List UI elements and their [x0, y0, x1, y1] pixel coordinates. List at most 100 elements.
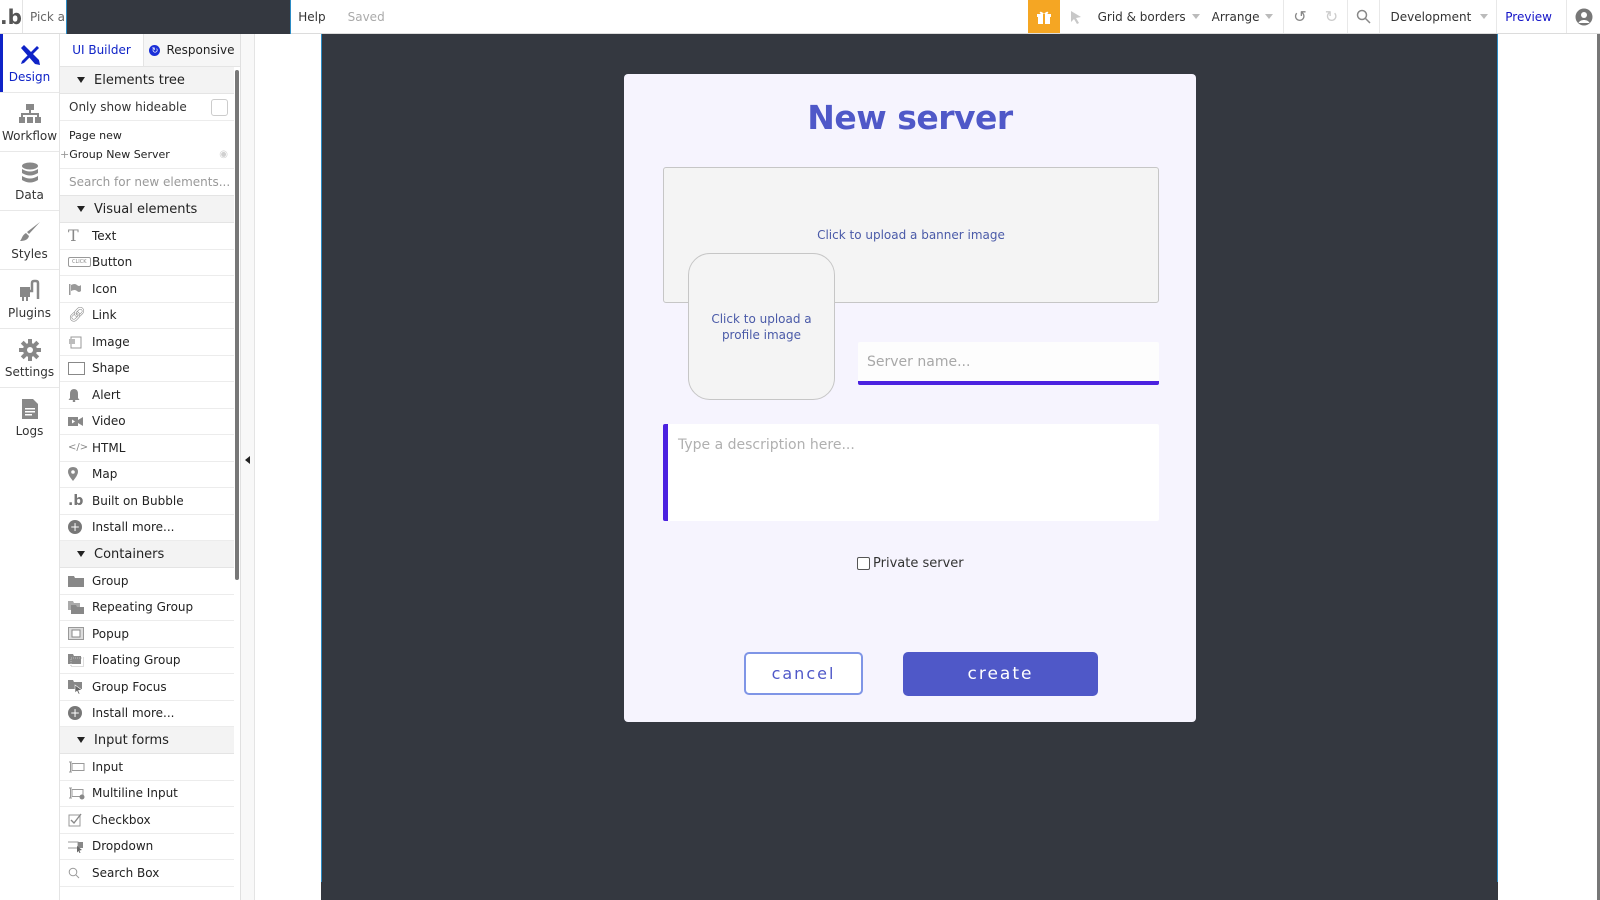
undo-button[interactable]: ↺: [1283, 0, 1315, 33]
checkbox-icon: [68, 813, 92, 827]
rail-item-design[interactable]: Design: [0, 34, 59, 93]
palette-item-multiline-input[interactable]: Multiline Input: [60, 781, 234, 807]
rail-item-plugins[interactable]: Plugins: [0, 270, 59, 329]
palette-item-repeating-group[interactable]: Repeating Group: [60, 595, 234, 621]
palette-item-floating-group[interactable]: Floating Group: [60, 648, 234, 674]
palette-item-shape[interactable]: Shape: [60, 356, 234, 382]
rail-item-workflow[interactable]: Workflow: [0, 93, 59, 152]
palette-item-label: Map: [92, 467, 118, 482]
palette-item-input[interactable]: Input: [60, 754, 234, 781]
floating-group-icon: [68, 653, 92, 667]
plug-icon: [19, 279, 39, 301]
rail-item-label: Design: [8, 69, 51, 84]
document-icon: [21, 399, 38, 419]
palette-item-dropdown[interactable]: Dropdown: [60, 834, 234, 860]
palette-item-popup[interactable]: Popup: [60, 621, 234, 648]
rail-item-label: Plugins: [8, 305, 51, 320]
code-icon: </>: [68, 442, 89, 454]
palette-item-label: Search Box: [92, 865, 160, 880]
panel-scrollbar[interactable]: [235, 70, 239, 580]
palette-item-label: Image: [92, 334, 130, 349]
image-icon: [68, 335, 92, 349]
visibility-eye-icon[interactable]: ◉: [219, 149, 228, 160]
description-input[interactable]: [663, 424, 1159, 521]
checkbox-box[interactable]: [857, 557, 870, 570]
selection-cursor-button[interactable]: [1060, 0, 1092, 33]
button-icon: CLICK: [68, 257, 92, 268]
only-show-hideable-checkbox[interactable]: [211, 98, 228, 116]
palette-item-html[interactable]: </> HTML: [60, 435, 234, 462]
palette-item-alert[interactable]: Alert: [60, 382, 234, 409]
palette-item-install-more-containers[interactable]: + Install more...: [60, 701, 234, 727]
palette-item-group-focus[interactable]: Group Focus: [60, 674, 234, 701]
rail-item-logs[interactable]: Logs: [0, 388, 59, 447]
palette-item-checkbox[interactable]: Checkbox: [60, 807, 234, 834]
folder-icon: [68, 575, 92, 587]
bubble-logo-icon: .b: [68, 492, 84, 509]
environment-dropdown[interactable]: Development: [1379, 0, 1496, 33]
caret-down-icon: [77, 737, 85, 743]
palette-item-label: Text: [92, 228, 117, 243]
caret-down-icon: [77, 551, 85, 557]
cancel-label: cancel: [771, 664, 836, 683]
text-icon: T: [68, 226, 79, 246]
palette-item-icon[interactable]: Icon: [60, 276, 234, 303]
bell-icon: [68, 388, 92, 402]
palette-item-group[interactable]: Group: [60, 568, 234, 595]
collapse-left-icon[interactable]: [245, 456, 250, 464]
page-canvas-bottom: [321, 882, 1498, 900]
palette-item-label: Built on Bubble: [92, 493, 184, 508]
section-elements-tree[interactable]: Elements tree: [60, 67, 234, 94]
grid-borders-label: Grid & borders: [1097, 9, 1186, 24]
tab-ui-builder[interactable]: UI Builder: [60, 34, 143, 66]
palette-item-install-more-visual[interactable]: + Install more...: [60, 515, 234, 541]
preview-button[interactable]: Preview: [1496, 0, 1566, 33]
account-button[interactable]: [1566, 0, 1600, 33]
tree-item-page[interactable]: Page new: [60, 126, 234, 145]
palette-item-label: Floating Group: [92, 653, 181, 668]
gift-button[interactable]: [1027, 0, 1060, 33]
create-button[interactable]: create: [903, 652, 1098, 696]
palette-item-map[interactable]: Map: [60, 462, 234, 488]
palette-item-link[interactable]: 🔗︎ Link: [60, 303, 234, 329]
palette-item-button[interactable]: CLICK Button: [60, 250, 234, 276]
palette-item-image[interactable]: Image: [60, 329, 234, 356]
cancel-button[interactable]: cancel: [744, 652, 863, 695]
palette-item-label: Dropdown: [92, 839, 154, 854]
expand-plus-icon[interactable]: +: [60, 148, 69, 161]
section-title: Visual elements: [94, 201, 198, 217]
grid-borders-dropdown[interactable]: Grid & borders: [1092, 0, 1206, 33]
rail-item-styles[interactable]: Styles: [0, 211, 59, 270]
profile-image-uploader[interactable]: Click to upload a profile image: [688, 253, 835, 400]
group-focus-icon: [68, 679, 92, 694]
palette-item-built-on-bubble[interactable]: .b Built on Bubble: [60, 488, 234, 515]
modal-title: New server: [807, 98, 1013, 137]
rail-item-data[interactable]: Data: [0, 152, 59, 211]
section-containers[interactable]: Containers: [60, 541, 234, 568]
avatar-icon: [1575, 8, 1592, 25]
tree-item-group-new-server[interactable]: +Group New Server ◉: [60, 145, 234, 164]
tab-responsive[interactable]: ↻ Responsive: [143, 34, 240, 66]
search-button[interactable]: [1347, 0, 1379, 33]
redo-icon: ↻: [1324, 7, 1339, 26]
private-server-checkbox[interactable]: Private server: [857, 556, 964, 571]
rail-item-label: Settings: [4, 364, 55, 379]
caret-down-icon: [77, 77, 85, 83]
group-new-server[interactable]: New server Click to upload a banner imag…: [624, 74, 1196, 722]
server-name-input[interactable]: [858, 342, 1159, 385]
section-visual-elements[interactable]: Visual elements: [60, 196, 234, 223]
elements-tree: Page new +Group New Server ◉: [60, 121, 234, 169]
section-input-forms[interactable]: Input forms: [60, 727, 234, 754]
create-label: create: [967, 664, 1034, 684]
section-title: Elements tree: [94, 72, 185, 88]
rail-item-settings[interactable]: Settings: [0, 329, 59, 388]
menu-help[interactable]: Help: [298, 10, 325, 24]
palette-item-search-box[interactable]: Search Box: [60, 860, 234, 887]
palette-item-label: Alert: [92, 387, 121, 402]
bubble-logo-icon[interactable]: .b: [0, 0, 23, 33]
redo-button[interactable]: ↻: [1315, 0, 1347, 33]
palette-item-text[interactable]: T Text: [60, 223, 234, 250]
palette-item-video[interactable]: Video: [60, 409, 234, 435]
arrange-dropdown[interactable]: Arrange: [1206, 0, 1284, 33]
search-elements-input[interactable]: Search for new elements...: [60, 169, 234, 196]
